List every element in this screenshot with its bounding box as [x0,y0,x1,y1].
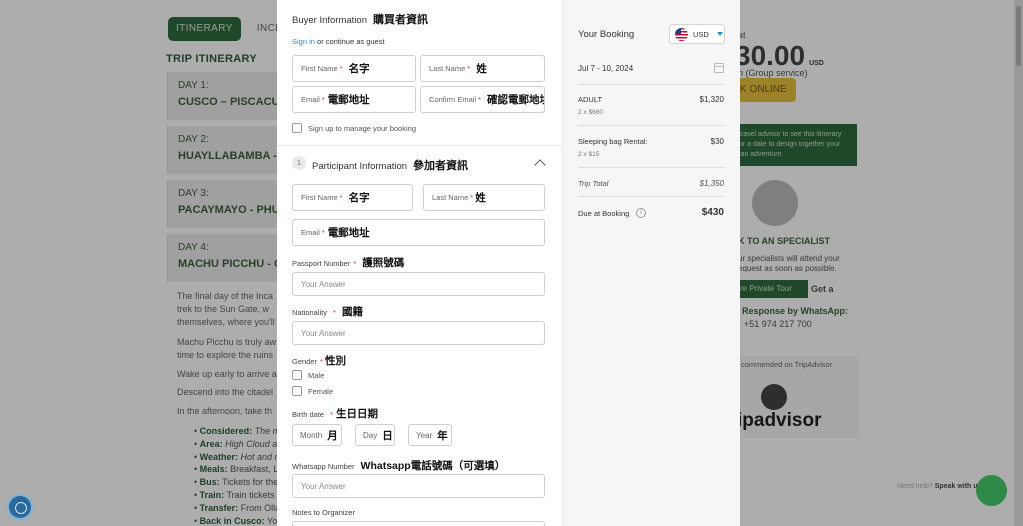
participant-email-field[interactable]: Email * 電郵地址 [292,219,545,246]
buyer-last-name-field[interactable]: Last Name * 姓 [420,55,545,82]
chevron-up-icon[interactable] [534,159,546,171]
notes-input[interactable] [292,521,545,526]
sign-in-line: Sign in or continue as guest [292,37,385,46]
your-booking-title: Your Booking [578,29,635,40]
whatsapp-label: Whatsapp Number Whatsapp電話號碼（可選填） [292,460,506,472]
sleeping-bag-breakdown: 2 x $15 [578,151,600,158]
buyer-first-name-field[interactable]: First Name * 名字 [292,55,416,82]
cookie-settings-icon[interactable] [7,494,33,520]
info-icon[interactable]: i [636,208,646,218]
gender-female-label: Female [308,387,334,396]
booking-dates[interactable]: Jul 7 - 10, 2024 [578,64,633,73]
chat-button[interactable] [976,475,1007,506]
birth-year-select[interactable]: Year 年 [408,424,452,446]
summary-divider [578,84,725,85]
gender-male-label: Male [308,371,325,380]
summary-divider [578,125,725,126]
booking-form: Buyer Information 購買者資訊 Sign in or contin… [277,0,562,526]
booking-summary: Your Booking USD Jul 7 - 10, 2024 ADULT … [562,0,740,526]
adult-breakdown: 2 x $660 [578,109,603,116]
birth-month-select[interactable]: Month 月 [292,424,342,446]
summary-divider [578,167,725,168]
signup-label: Sign up to manage your booking [308,124,416,133]
dropdown-triangle-icon [716,32,723,36]
sign-in-link[interactable]: Sign in [292,37,315,46]
trip-total-value: $1,350 [699,179,724,188]
gender-female-checkbox[interactable] [292,386,302,396]
participant-first-name-field[interactable]: First Name * 名字 [292,184,413,211]
adult-label: ADULT [578,95,603,104]
buyer-confirm-email-field[interactable]: Confirm Email * 確認電郵地址 [420,86,545,113]
currency-select[interactable]: USD [669,24,725,44]
gender-male-checkbox[interactable] [292,370,302,380]
us-flag-icon [675,27,688,41]
whatsapp-input[interactable]: Your Answer [292,474,545,498]
buyer-email-field[interactable]: Email * 電郵地址 [292,86,416,113]
calendar-icon[interactable] [714,63,724,73]
gender-label: Gender * 性別 [292,355,346,367]
help-text: Need help? Speak with us [897,483,982,490]
participant-step-number: 1 [292,156,306,170]
section-divider [277,145,562,146]
summary-divider [578,196,725,197]
sleeping-bag-label: Sleeping bag Rental: [578,137,648,146]
participant-info-title: Participant Information 參加者資訊 [312,160,469,172]
notes-label: Notes to Organizer [292,508,355,517]
nationality-label: Nationality * 國籍 [292,306,363,318]
passport-label: Passport Number * 護照號碼 [292,257,405,269]
booking-modal: Buyer Information 購買者資訊 Sign in or contin… [277,0,740,526]
birth-day-select[interactable]: Day 日 [355,424,395,446]
sleeping-bag-total: $30 [710,137,724,146]
participant-last-name-field[interactable]: Last Name * 姓 [423,184,545,211]
birth-date-label: Birth date * 生日日期 [292,408,379,420]
due-at-booking-value: $430 [701,207,724,218]
adult-total: $1,320 [699,95,724,104]
buyer-info-title: Buyer Information 購買者資訊 [292,14,428,26]
nationality-input[interactable]: Your Answer [292,321,545,345]
due-at-booking-label: Due at Booking [578,209,630,218]
passport-input[interactable]: Your Answer [292,272,545,296]
signup-checkbox[interactable] [292,123,302,133]
trip-total-label: Trip Total [578,179,609,188]
